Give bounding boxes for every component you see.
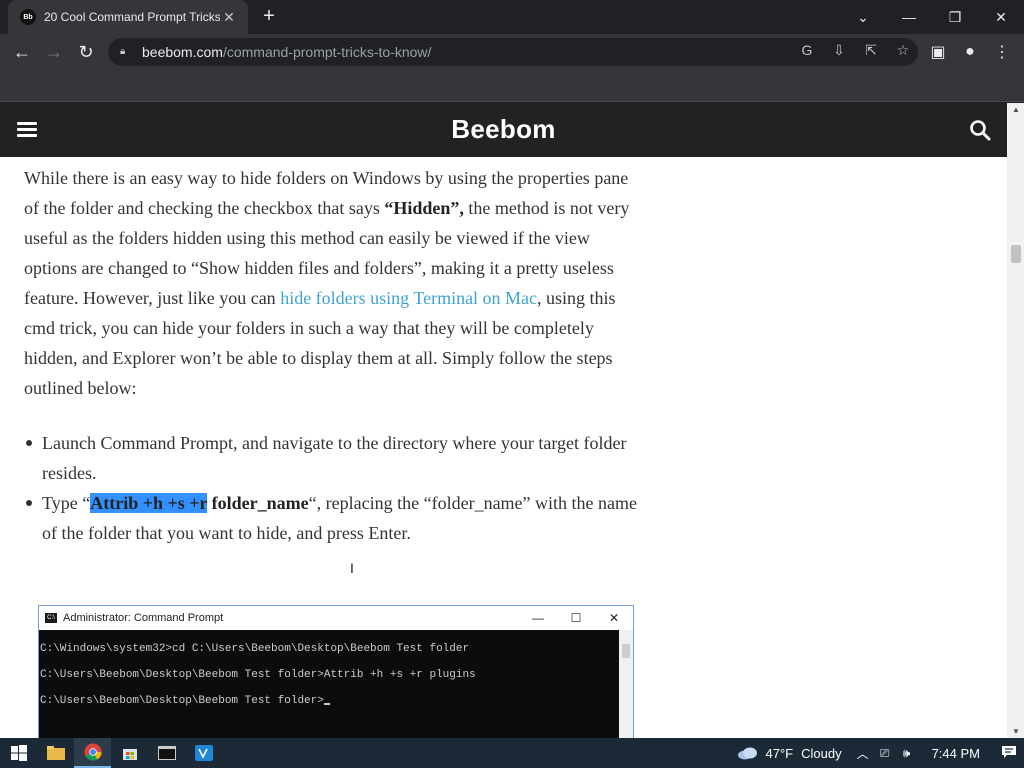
- lock-icon[interactable]: 🔒︎: [120, 46, 132, 58]
- scroll-down-arrow-icon[interactable]: ▼: [1012, 727, 1020, 736]
- cmd-maximize-icon: ☐: [570, 611, 582, 625]
- back-button[interactable]: ←: [6, 36, 38, 68]
- step-text: Type “: [42, 493, 91, 513]
- cmd-app-icon: C:\: [45, 613, 57, 623]
- page-scrollbar[interactable]: ▲ ▼: [1007, 103, 1024, 738]
- profile-icon[interactable]: ●: [954, 36, 986, 68]
- scroll-thumb[interactable]: [1011, 245, 1021, 263]
- close-window-button[interactable]: ✕: [978, 0, 1024, 34]
- bold-hidden-label: “Hidden”,: [384, 198, 464, 218]
- cmd-taskbar-icon[interactable]: [148, 738, 185, 768]
- vscode-taskbar-icon[interactable]: [185, 738, 222, 768]
- step-item: Type “Attrib +h +s +r folder_name“, repl…: [24, 488, 644, 548]
- window-controls: ⌄ — ❐ ✕: [840, 0, 1024, 34]
- address-bar[interactable]: 🔒︎ beebom.com/command-prompt-tricks-to-k…: [108, 38, 918, 66]
- browser-tab[interactable]: Bb 20 Cool Command Prompt Tricks ✕: [8, 0, 248, 34]
- step-item: Launch Command Prompt, and navigate to t…: [24, 428, 644, 488]
- site-logo[interactable]: Beebom: [0, 114, 1007, 145]
- site-header: Beebom: [0, 103, 1007, 157]
- url-path: /command-prompt-tricks-to-know/: [222, 44, 432, 60]
- forward-button[interactable]: →: [38, 36, 70, 68]
- share-icon[interactable]: ⇱: [862, 42, 880, 59]
- cloud-weather-icon[interactable]: [736, 746, 760, 760]
- store-icon[interactable]: [111, 738, 148, 768]
- weather-temperature[interactable]: 47°F: [766, 746, 794, 761]
- google-icon[interactable]: G: [798, 42, 816, 59]
- console-line: C:\Users\Beebom\Desktop\Beebom Test fold…: [40, 688, 619, 714]
- weather-condition[interactable]: Cloudy: [801, 746, 841, 761]
- toolbar-right: ▣ ● ⋮: [922, 36, 1018, 68]
- volume-icon[interactable]: 🕪︎: [898, 746, 916, 761]
- cmd-close-icon: ✕: [608, 611, 620, 625]
- cmd-scrollbar: [619, 630, 633, 738]
- console-line: C:\Users\Beebom\Desktop\Beebom Test fold…: [40, 669, 476, 681]
- text-cursor-icon: I: [350, 560, 354, 576]
- cmd-console: C:\Windows\system32>cd C:\Users\Beebom\D…: [39, 630, 619, 738]
- browser-toolbar: ← → ↻ 🔒︎ beebom.com/command-prompt-trick…: [0, 34, 1024, 70]
- minimize-button[interactable]: —: [886, 0, 932, 34]
- system-tray: 47°F Cloudy ︿ ⎚ 🕪︎ 7:44 PM: [736, 738, 1024, 768]
- cmd-titlebar: C:\ Administrator: Command Prompt — ☐ ✕: [39, 606, 633, 630]
- cmd-window-controls: — ☐ ✕: [519, 611, 633, 625]
- new-tab-button[interactable]: +: [258, 6, 280, 28]
- cmd-minimize-icon: —: [532, 611, 544, 625]
- cmd-screenshot: C:\ Administrator: Command Prompt — ☐ ✕ …: [38, 605, 634, 738]
- restore-button[interactable]: ❐: [932, 0, 978, 34]
- star-icon[interactable]: ☆: [894, 42, 912, 59]
- article-body: While there is an easy way to hide folde…: [24, 163, 644, 548]
- article-paragraph: While there is an easy way to hide folde…: [24, 163, 644, 403]
- notification-icon[interactable]: [994, 745, 1024, 762]
- sidepanel-icon[interactable]: ▣: [922, 36, 954, 68]
- console-prompt: C:\Users\Beebom\Desktop\Beebom Test fold…: [40, 695, 324, 707]
- selected-command-text[interactable]: Attrib +h +s +r: [90, 493, 208, 513]
- beebom-favicon-icon: Bb: [20, 9, 36, 25]
- cmd-title: Administrator: Command Prompt: [63, 612, 224, 624]
- steps-list: Launch Command Prompt, and navigate to t…: [24, 428, 644, 548]
- chrome-taskbar-icon[interactable]: [74, 738, 111, 768]
- page-viewport: Beebom While there is an easy way to hid…: [0, 103, 1024, 738]
- hide-folders-mac-link[interactable]: hide folders using Terminal on Mac: [280, 288, 537, 308]
- clock-time[interactable]: 7:44 PM: [932, 746, 980, 761]
- tab-close-icon[interactable]: ✕: [220, 9, 238, 26]
- network-icon[interactable]: ⎚: [876, 746, 894, 761]
- windows-taskbar: 47°F Cloudy ︿ ⎚ 🕪︎ 7:44 PM: [0, 738, 1024, 768]
- console-line: C:\Windows\system32>cd C:\Users\Beebom\D…: [40, 643, 470, 655]
- bookmark-bar: [0, 70, 1024, 102]
- install-icon[interactable]: ⇩: [830, 42, 848, 59]
- console-caret-icon: [323, 703, 330, 705]
- kebab-menu-icon[interactable]: ⋮: [986, 36, 1018, 68]
- windows-start-icon[interactable]: [0, 738, 37, 768]
- tab-title: 20 Cool Command Prompt Tricks: [44, 10, 220, 24]
- tab-strip: Bb 20 Cool Command Prompt Tricks ✕ + ⌄ —…: [0, 0, 1024, 34]
- search-icon[interactable]: [969, 119, 991, 141]
- omnibox-icons: G ⇩ ⇱ ☆: [798, 42, 912, 59]
- scroll-up-arrow-icon[interactable]: ▲: [1012, 105, 1020, 114]
- tab-search-icon[interactable]: ⌄: [840, 0, 886, 34]
- reload-button[interactable]: ↻: [70, 36, 102, 68]
- command-text: folder_name: [207, 493, 309, 513]
- chevron-up-icon[interactable]: ︿: [854, 745, 872, 762]
- url-domain: beebom.com: [142, 44, 223, 60]
- step-text: Launch Command Prompt, and navigate to t…: [42, 433, 627, 483]
- cmd-scroll-thumb: [622, 644, 630, 658]
- file-explorer-icon[interactable]: [37, 738, 74, 768]
